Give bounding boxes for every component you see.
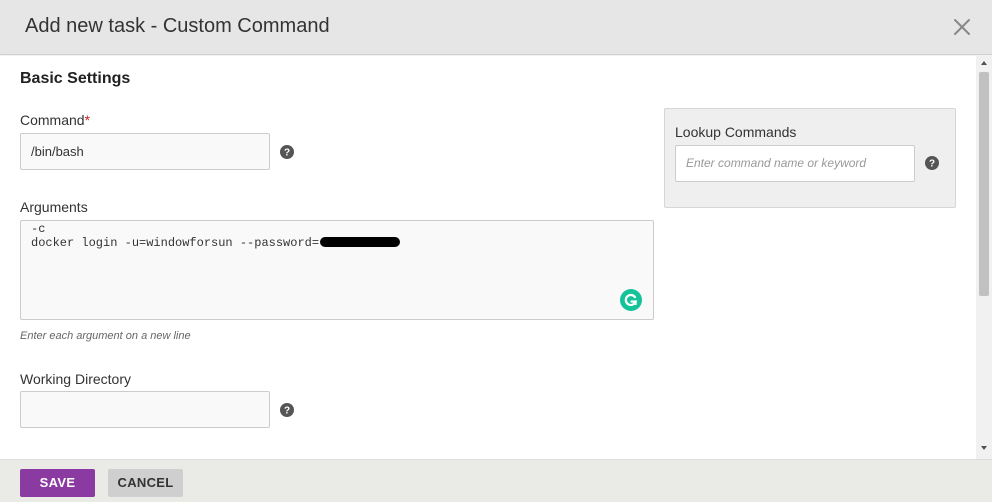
dialog-footer: SAVE CANCEL (0, 459, 992, 502)
argument-line-text: docker login -u=windowforsun --password= (31, 236, 320, 250)
save-button[interactable]: SAVE (20, 469, 95, 497)
add-task-dialog: Add new task - Custom Command Basic Sett… (0, 0, 992, 502)
scrollbar-thumb[interactable] (979, 72, 989, 296)
close-icon[interactable] (950, 15, 974, 39)
working-directory-input[interactable] (20, 391, 270, 428)
argument-line: -c (31, 222, 46, 236)
lookup-commands-title: Lookup Commands (675, 124, 797, 140)
lookup-search-input[interactable]: Enter command name or keyword (675, 145, 915, 182)
working-directory-label: Working Directory (20, 371, 131, 387)
dialog-body: Basic Settings Command* /bin/bash ? Argu… (0, 56, 976, 459)
svg-text:?: ? (284, 148, 290, 159)
command-label-text: Command (20, 112, 85, 128)
working-directory-help-icon[interactable]: ? (280, 403, 294, 417)
lookup-help-icon[interactable]: ? (925, 156, 939, 170)
vertical-scrollbar[interactable] (976, 56, 992, 459)
grammarly-icon[interactable] (620, 289, 642, 311)
scroll-down-arrow-icon[interactable] (976, 441, 992, 455)
scroll-up-arrow-icon[interactable] (976, 56, 992, 70)
arguments-textarea[interactable]: -c docker login -u=windowforsun --passwo… (20, 220, 654, 320)
section-title: Basic Settings (20, 70, 131, 87)
command-help-icon[interactable]: ? (280, 145, 294, 159)
required-star: * (84, 112, 91, 128)
dialog-title: Add new task - Custom Command (25, 15, 330, 37)
arguments-hint: Enter each argument on a new line (20, 330, 191, 342)
cancel-button[interactable]: CANCEL (108, 469, 183, 497)
dialog-header: Add new task - Custom Command (0, 0, 992, 55)
command-input[interactable]: /bin/bash (20, 133, 270, 170)
arguments-label: Arguments (20, 199, 88, 215)
svg-text:?: ? (929, 159, 935, 170)
argument-line: docker login -u=windowforsun --password= (31, 236, 643, 250)
lookup-commands-panel: Lookup Commands Enter command name or ke… (664, 108, 956, 208)
redaction-mark (320, 237, 401, 247)
command-label: Command* (20, 112, 90, 128)
svg-text:?: ? (284, 406, 290, 417)
